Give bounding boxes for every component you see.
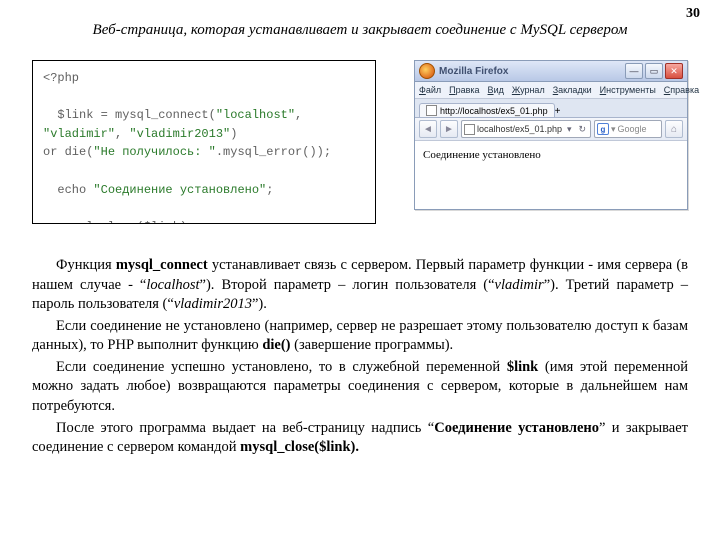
- google-icon: g: [597, 123, 609, 135]
- browser-tab[interactable]: http://localhost/ex5_01.php: [419, 103, 555, 117]
- search-dropdown-icon[interactable]: ▾: [611, 124, 616, 135]
- reload-icon[interactable]: ↻: [576, 124, 588, 135]
- page-content: Соединение установлено: [415, 141, 687, 169]
- menu-file[interactable]: Файл: [419, 85, 441, 95]
- new-tab-button[interactable]: +: [555, 106, 561, 117]
- address-bar[interactable]: localhost/ex5_01.php ▾ ↻: [461, 120, 591, 138]
- tab-label: http://localhost/ex5_01.php: [440, 106, 548, 116]
- page-favicon: [426, 105, 437, 116]
- home-button[interactable]: ⌂: [665, 120, 683, 138]
- browser-window: Mozilla Firefox — ▭ ✕ Файл Правка Вид Жу…: [414, 60, 688, 210]
- code-line: mysql_close($link);: [43, 220, 194, 224]
- back-button[interactable]: ◄: [419, 120, 437, 138]
- close-button[interactable]: ✕: [665, 63, 683, 79]
- code-listing: <?php $link = mysql_connect("localhost",…: [32, 60, 376, 224]
- search-box[interactable]: g ▾ Google: [594, 120, 662, 138]
- code-line: <?php: [43, 71, 79, 85]
- titlebar: Mozilla Firefox — ▭ ✕: [415, 61, 687, 82]
- minimize-button[interactable]: —: [625, 63, 643, 79]
- app-name: Mozilla Firefox: [439, 66, 508, 77]
- url-text: localhost/ex5_01.php: [477, 124, 562, 134]
- menu-bookmarks[interactable]: Закладки: [553, 85, 592, 95]
- paragraph: Если соединение не установлено (например…: [32, 317, 688, 356]
- menu-help[interactable]: Справка: [664, 85, 699, 95]
- page-number: 30: [686, 6, 700, 22]
- tab-bar: http://localhost/ex5_01.php +: [415, 99, 687, 118]
- page-title: Веб-страница, которая устанавливает и за…: [0, 22, 720, 39]
- addr-favicon: [464, 124, 475, 135]
- paragraph: После этого программа выдает на веб-стра…: [32, 419, 688, 458]
- menu-view[interactable]: Вид: [488, 85, 504, 95]
- menu-edit[interactable]: Правка: [449, 85, 479, 95]
- paragraph: Если соединение успешно установлено, то …: [32, 358, 688, 417]
- paragraph: Функция mysql_connect устанавливает связ…: [32, 256, 688, 315]
- search-placeholder: Google: [618, 124, 647, 134]
- body-text: Функция mysql_connect устанавливает связ…: [32, 256, 688, 460]
- menu-tools[interactable]: Инструменты: [600, 85, 656, 95]
- addr-dropdown-icon[interactable]: ▾: [565, 124, 574, 135]
- menu-history[interactable]: Журнал: [512, 85, 545, 95]
- firefox-icon: [419, 63, 435, 79]
- nav-toolbar: ◄ ► localhost/ex5_01.php ▾ ↻ g ▾ Google …: [415, 118, 687, 141]
- code-line: $link = mysql_connect(: [43, 108, 216, 122]
- forward-button[interactable]: ►: [440, 120, 458, 138]
- maximize-button[interactable]: ▭: [645, 63, 663, 79]
- menu-bar: Файл Правка Вид Журнал Закладки Инструме…: [415, 82, 687, 99]
